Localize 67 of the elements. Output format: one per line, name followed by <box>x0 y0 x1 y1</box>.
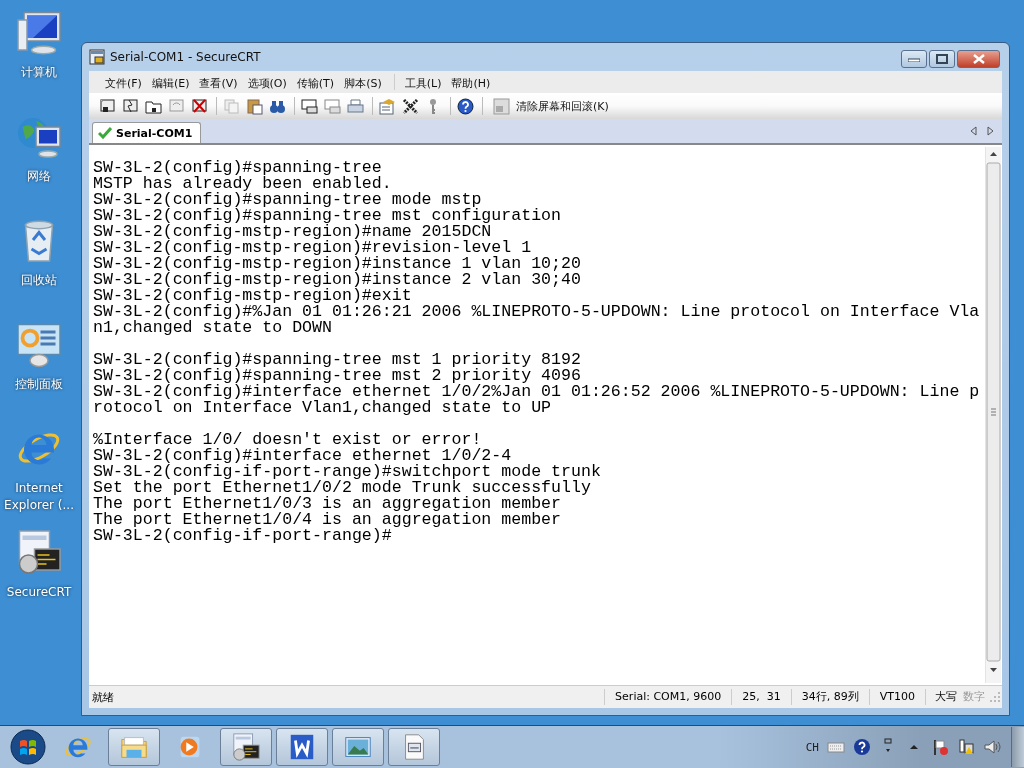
network-warning-icon[interactable] <box>957 738 975 756</box>
menu-item[interactable]: 传输(T) <box>294 73 343 91</box>
terminal-line: n1,changed state to DOWN <box>93 320 332 336</box>
terminal-line: SW-3L-2(config)#spanning-tree mst configuration <box>93 208 562 224</box>
terminal-line: SW-3L-2(config-mstp-region)#instance 1 vlan 10;20 <box>93 256 581 272</box>
flag-icon[interactable] <box>931 738 949 756</box>
terminal-line: SW-3L-2(config)#spanning-tree mode mstp <box>93 192 482 208</box>
menu-item[interactable]: 帮助(H) <box>449 73 499 91</box>
printer-setup-icon[interactable] <box>300 96 321 116</box>
app-icon <box>89 49 105 65</box>
menu-item[interactable]: 文件(F) <box>103 73 150 91</box>
terminal-line: %Interface 1/0/ doesn't exist or error! <box>93 432 482 448</box>
start-button[interactable] <box>8 727 48 767</box>
minimize-icon <box>908 56 920 62</box>
menu-item[interactable]: 查看(V) <box>197 73 246 91</box>
terminal-line: The port Ethernet1/0/3 is an aggregation member <box>93 496 562 512</box>
terminal-line: SW-3L-2(config)#%Jan 01 01:26:21 2006 %LINEPROTO-5-UPDOWN: Line protocol on Interface Vla <box>93 304 980 320</box>
maximize-button[interactable] <box>929 50 955 68</box>
menu-item[interactable]: 选项(O) <box>245 73 295 91</box>
terminal-line: SW-3L-2(config-mstp-region)#exit <box>93 288 412 304</box>
clear-screen-button[interactable]: 清除屏幕和回滚(K) <box>488 96 613 116</box>
printer-icon[interactable] <box>346 96 367 116</box>
terminal-line: SW-3L-2(config-mstp-region)#name 2015DCN <box>93 224 492 240</box>
vertical-scrollbar[interactable] <box>985 147 1001 683</box>
terminal-size: 34行, 89列 <box>790 689 869 705</box>
minimize-button[interactable] <box>901 50 927 68</box>
terminal-line: MSTP has already been enabled. <box>93 176 392 192</box>
emulation-type: VT100 <box>868 689 925 705</box>
close-icon <box>972 54 985 64</box>
session-tab[interactable]: Serial-COM1 <box>92 122 202 143</box>
help-icon[interactable] <box>456 96 477 116</box>
clear-screen-icon <box>492 96 511 116</box>
menu-item[interactable]: 工具(L) <box>402 73 450 91</box>
input-language-indicator[interactable]: CH <box>805 740 819 754</box>
resize-grip-icon[interactable] <box>988 690 1002 704</box>
speaker-icon[interactable] <box>983 738 1001 756</box>
check-icon <box>98 127 112 139</box>
help-icon[interactable] <box>853 738 871 756</box>
close-button[interactable] <box>957 50 1000 68</box>
connection-status: Serial: COM1, 9600 <box>604 689 732 705</box>
terminal-line: SW-3L-2(config)#spanning-tree <box>93 160 382 176</box>
terminal-line: SW-3L-2(config)#interface ethernet 1/0/2%Jan 01 01:26:52 2006 %LINEPROTO-5-UPDOWN: Line p <box>93 384 980 400</box>
terminal-line: The port Ethernet1/0/4 is an aggregation member <box>93 512 562 528</box>
paste-icon[interactable] <box>245 96 266 116</box>
status-message: 就绪 <box>91 689 115 705</box>
terminal-line: SW-3L-2(config)#spanning-tree mst 1 priority 8192 <box>93 352 581 368</box>
terminal-line: SW-3L-2(config)#spanning-tree mst 2 priority 4096 <box>93 368 581 384</box>
terminal-line: rotocol on Interface Vlan1,changed state to UP <box>93 400 552 416</box>
menu-item[interactable]: 编辑(E) <box>149 73 198 91</box>
terminal-line: Set the port Ethernet1/0/2 mode Trunk successfully <box>93 480 591 496</box>
key-lock-indicator: 数字 <box>962 689 986 705</box>
maximize-icon <box>936 54 948 64</box>
key-lock-indicator: 大写 <box>934 689 958 705</box>
taskbar-button[interactable] <box>276 728 328 766</box>
taskbar-button[interactable] <box>220 728 272 766</box>
terminal-line: SW-3L-2(config-mstp-region)#revision-level 1 <box>93 240 532 256</box>
window-title: Serial-COM1 - SecureCRT <box>110 50 261 64</box>
menu-item[interactable]: 脚本(S) <box>342 73 390 91</box>
show-desktop-button[interactable] <box>1011 727 1024 767</box>
cursor-position: 25, 31 <box>731 689 791 705</box>
terminal-line: SW-3L-2(config-if-port-range)#switchport mode trunk <box>93 464 601 480</box>
terminal-line: SW-3L-2(config-if-port-range)# <box>93 528 392 544</box>
terminal-icon <box>231 732 261 762</box>
terminal-line: SW-3L-2(config-mstp-region)#instance 2 vlan 30;40 <box>93 272 581 288</box>
tab-scroll-right-icon[interactable] <box>987 126 994 136</box>
terminal-line: SW-3L-2(config)#interface ethernet 1/0/2-4 <box>93 448 512 464</box>
tab-scroll-left-icon[interactable] <box>970 126 977 136</box>
